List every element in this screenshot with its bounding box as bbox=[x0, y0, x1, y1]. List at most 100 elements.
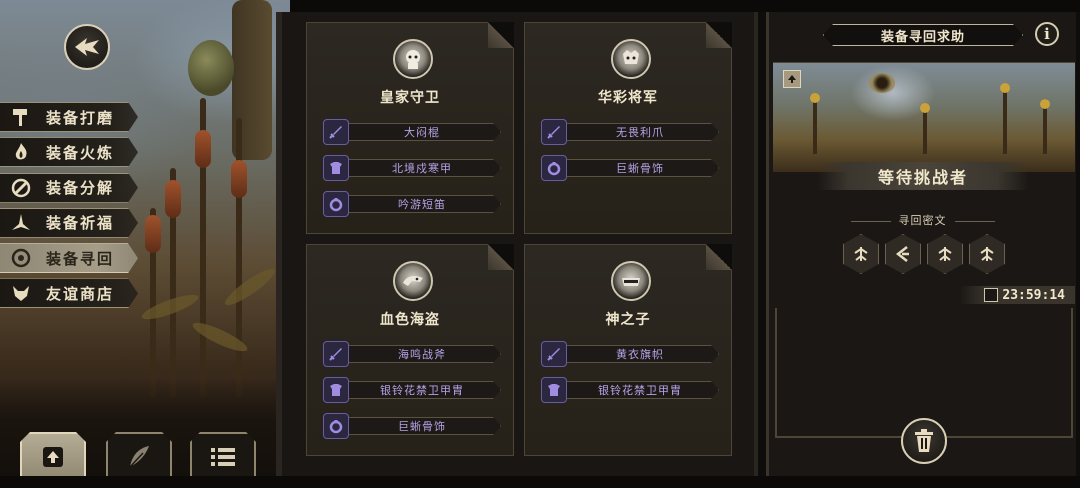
flower bbox=[1040, 99, 1050, 109]
equipment-row[interactable]: 巨蜥骨饰 bbox=[541, 155, 719, 181]
hourglass-icon bbox=[984, 288, 999, 302]
boss-name: 皇家守卫 bbox=[380, 90, 440, 106]
fox-icon bbox=[6, 279, 36, 307]
hanging-pot bbox=[188, 40, 234, 96]
equipment-name: 吟游短笛 bbox=[398, 198, 446, 211]
bottom-border bbox=[0, 476, 1080, 488]
equipment-label-bar: 银铃花禁卫甲胄 bbox=[343, 381, 501, 399]
tab-feather[interactable] bbox=[106, 432, 172, 480]
equipment-label-bar: 黄衣旗帜 bbox=[561, 345, 719, 363]
tab-list[interactable] bbox=[190, 432, 256, 480]
disassemble-icon bbox=[6, 174, 36, 202]
tab-upload[interactable] bbox=[20, 432, 86, 480]
equipment-row[interactable]: 黄衣旗帜 bbox=[541, 341, 719, 367]
menu-item-label: 装备火炼 bbox=[46, 143, 115, 162]
flame-icon bbox=[6, 138, 36, 166]
info-icon: i bbox=[1044, 25, 1050, 43]
boss-card[interactable]: 华彩将军 无畏利爪 巨蜥骨饰 bbox=[524, 22, 732, 234]
equipment-name: 海鸣战斧 bbox=[398, 348, 446, 361]
timer-text: 23:59:14 bbox=[1002, 287, 1065, 303]
side-menu: 装备打磨 装备火炼 装备分解 装备祈福 装备寻回 友谊商店 bbox=[0, 102, 140, 314]
status-banner: 等待挑战者 bbox=[817, 162, 1029, 190]
boss-portrait-son-of-god bbox=[611, 261, 651, 301]
menu-item-label: 装备寻回 bbox=[46, 249, 115, 268]
equipment-name: 无畏利爪 bbox=[616, 126, 664, 139]
upload-icon bbox=[43, 447, 63, 467]
equipment-label-bar: 大闷棍 bbox=[343, 123, 501, 141]
panel-title: 装备寻回求助 bbox=[880, 29, 965, 45]
ring-icon bbox=[323, 413, 349, 439]
menu-item-shop[interactable]: 友谊商店 bbox=[0, 278, 138, 309]
menu-item-forge[interactable]: 装备火炼 bbox=[0, 137, 138, 168]
plant-bulb bbox=[231, 160, 247, 198]
boss-card[interactable]: 血色海盗 海鸣战斧 银铃花禁卫甲胄 巨蜥骨饰 bbox=[306, 244, 514, 456]
armor-icon bbox=[323, 155, 349, 181]
expand-button[interactable] bbox=[783, 70, 801, 88]
back-arrow-icon bbox=[75, 38, 99, 56]
rune-2-icon bbox=[895, 246, 909, 262]
boss-portrait-pirate bbox=[393, 261, 433, 301]
cipher-glyph[interactable] bbox=[885, 234, 921, 274]
armor-icon bbox=[541, 377, 567, 403]
plant-bulb bbox=[145, 215, 161, 253]
equipment-row[interactable]: 海鸣战斧 bbox=[323, 341, 501, 367]
cipher-label: 寻回密文 bbox=[769, 212, 1076, 228]
equipment-name: 巨蜥骨饰 bbox=[616, 162, 664, 175]
panel-title-bar: 装备寻回求助 bbox=[823, 24, 1023, 46]
equipment-name: 银铃花禁卫甲胄 bbox=[380, 384, 464, 397]
boss-card[interactable]: 皇家守卫 大闷棍 北境戍寒甲 吟游短笛 bbox=[306, 22, 514, 234]
menu-item-label: 装备打磨 bbox=[46, 108, 115, 127]
equipment-row[interactable]: 巨蜥骨饰 bbox=[323, 413, 501, 439]
info-button[interactable]: i bbox=[1035, 22, 1059, 46]
equipment-name: 巨蜥骨饰 bbox=[398, 420, 446, 433]
equipment-label-bar: 海鸣战斧 bbox=[343, 345, 501, 363]
rune-1-icon bbox=[854, 247, 868, 261]
equipment-label-bar: 巨蜥骨饰 bbox=[561, 159, 719, 177]
menu-item-polish[interactable]: 装备打磨 bbox=[0, 102, 138, 132]
menu-item-disassemble[interactable]: 装备分解 bbox=[0, 172, 138, 203]
equipment-row[interactable]: 银铃花禁卫甲胄 bbox=[541, 377, 719, 403]
delete-button[interactable] bbox=[901, 418, 947, 464]
menu-item-label: 装备祈福 bbox=[46, 214, 115, 233]
menu-item-label: 装备分解 bbox=[46, 179, 115, 198]
leaf bbox=[221, 264, 279, 310]
plant-stalk bbox=[813, 94, 817, 154]
equipment-row[interactable]: 无畏利爪 bbox=[541, 119, 719, 145]
equipment-name: 银铃花禁卫甲胄 bbox=[598, 384, 682, 397]
equipment-name: 大闷棍 bbox=[404, 126, 440, 139]
menu-item-retrieve[interactable]: 装备寻回 bbox=[0, 243, 138, 274]
trash-icon bbox=[915, 429, 933, 452]
hammer-icon bbox=[6, 103, 36, 131]
flower bbox=[1000, 83, 1010, 93]
menu-item-bless[interactable]: 装备祈福 bbox=[0, 207, 138, 238]
boss-name: 血色海盗 bbox=[380, 312, 440, 328]
cipher-glyph[interactable] bbox=[969, 234, 1005, 274]
cipher-glyph[interactable] bbox=[843, 234, 879, 274]
target-icon bbox=[6, 244, 36, 272]
boss-name: 神之子 bbox=[605, 312, 651, 328]
cipher-glyph[interactable] bbox=[927, 234, 963, 274]
equipment-row[interactable]: 银铃花禁卫甲胄 bbox=[323, 377, 501, 403]
status-text: 等待挑战者 bbox=[877, 168, 968, 187]
plant-bulb bbox=[165, 180, 181, 218]
equipment-row[interactable]: 北境戍寒甲 bbox=[323, 155, 501, 181]
equipment-label-bar: 巨蜥骨饰 bbox=[343, 417, 501, 435]
equipment-row[interactable]: 大闷棍 bbox=[323, 119, 501, 145]
menu-item-label: 友谊商店 bbox=[46, 284, 115, 303]
creature-eye bbox=[869, 73, 895, 93]
arrow-up-icon bbox=[788, 75, 796, 83]
plant-bulb bbox=[195, 130, 211, 168]
help-request-panel: 装备寻回求助 i 等待挑战者 寻回密文 23:59:14 bbox=[766, 12, 1076, 476]
sword-icon bbox=[541, 119, 567, 145]
back-button[interactable] bbox=[64, 24, 110, 70]
equipment-label-bar: 无畏利爪 bbox=[561, 123, 719, 141]
equipment-row[interactable]: 吟游短笛 bbox=[323, 191, 501, 217]
feather-icon bbox=[129, 446, 149, 468]
boss-portrait-general bbox=[611, 39, 651, 79]
boss-card[interactable]: 神之子 黄衣旗帜 银铃花禁卫甲胄 bbox=[524, 244, 732, 456]
armor-icon bbox=[323, 377, 349, 403]
boss-list-panel: 皇家守卫 大闷棍 北境戍寒甲 吟游短笛 华彩将军 无畏利爪 巨蜥骨饰 血色海盗 … bbox=[276, 12, 758, 476]
equipment-label-bar: 吟游短笛 bbox=[343, 195, 501, 213]
flower bbox=[920, 103, 930, 113]
sword-icon bbox=[323, 119, 349, 145]
